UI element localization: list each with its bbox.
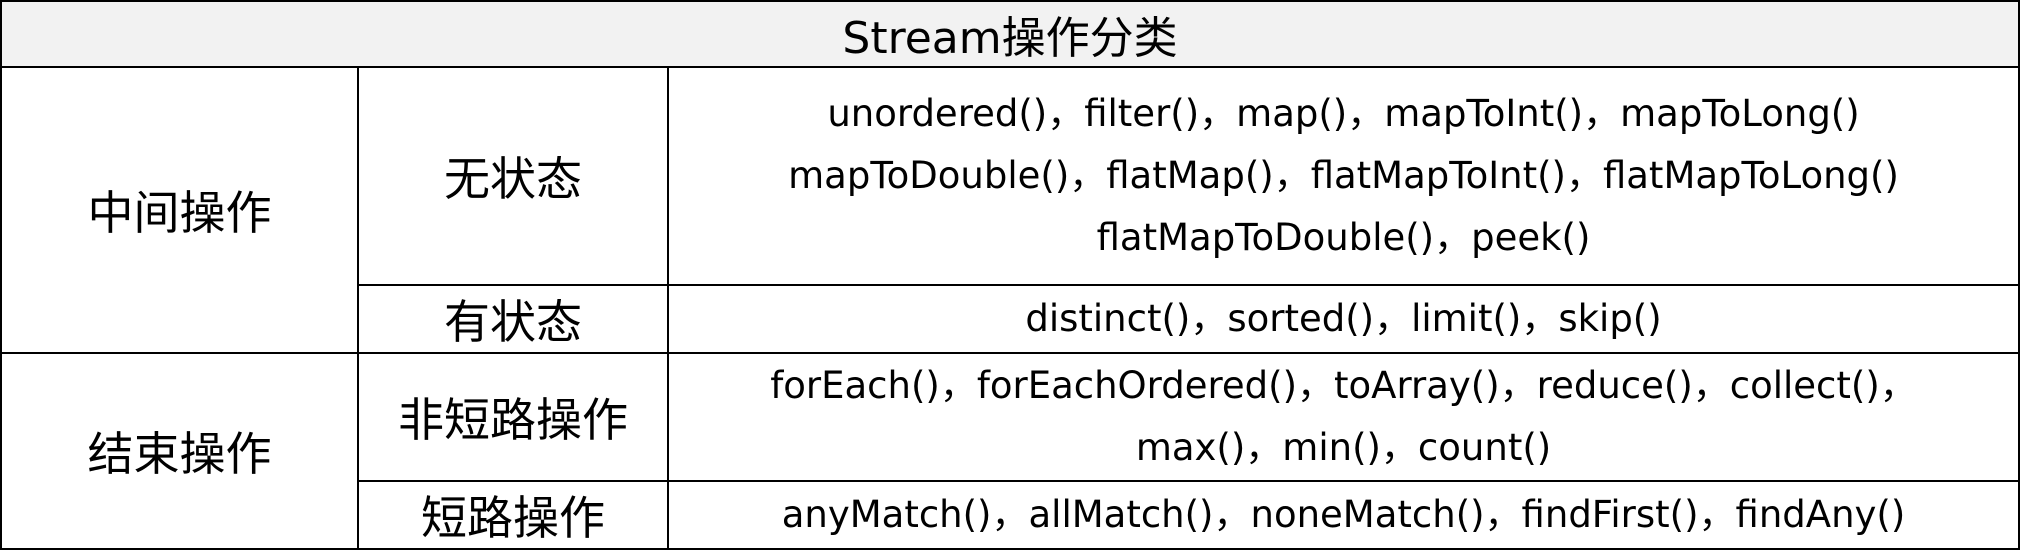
category-intermediate: 中间操作 — [0, 66, 359, 354]
method-line: unordered()，filter()，map()，mapToInt()，ma… — [827, 92, 1860, 135]
subcategory-non-short-circuit: 非短路操作 — [357, 352, 669, 482]
methods-stateless: unordered()，filter()，map()，mapToInt()，ma… — [666, 66, 2020, 286]
methods-non-short-circuit: forEach()，forEachOrdered()，toArray()，red… — [666, 352, 2020, 482]
method-line: forEach()，forEachOrdered()，toArray()，red… — [770, 364, 1917, 407]
category-terminal: 结束操作 — [0, 352, 359, 550]
table-title-row: Stream操作分类 — [0, 0, 2020, 68]
method-line: anyMatch()，allMatch()，noneMatch()，findFi… — [781, 493, 1906, 536]
methods-short-circuit: anyMatch()，allMatch()，noneMatch()，findFi… — [666, 480, 2020, 550]
method-line: flatMapToDouble()，peek() — [1096, 216, 1591, 259]
method-line: distinct()，sorted()，limit()，skip() — [1025, 297, 1662, 340]
method-line: max()，min()，count() — [1135, 426, 1552, 469]
subcategory-stateless: 无状态 — [357, 66, 669, 286]
methods-stateful: distinct()，sorted()，limit()，skip() — [666, 284, 2020, 354]
table-row: 结束操作 非短路操作 forEach()，forEachOrdered()，to… — [0, 352, 2020, 550]
subcategory-stateful: 有状态 — [357, 284, 669, 354]
table-row: 中间操作 无状态 unordered()，filter()，map()，mapT… — [0, 66, 2020, 354]
stream-operations-table: Stream操作分类 中间操作 无状态 unordered()，filter()… — [0, 0, 2020, 550]
table-title: Stream操作分类 — [0, 0, 2020, 68]
method-line: mapToDouble()，flatMap()，flatMapToInt()，f… — [788, 154, 1899, 197]
subcategory-short-circuit: 短路操作 — [357, 480, 669, 550]
